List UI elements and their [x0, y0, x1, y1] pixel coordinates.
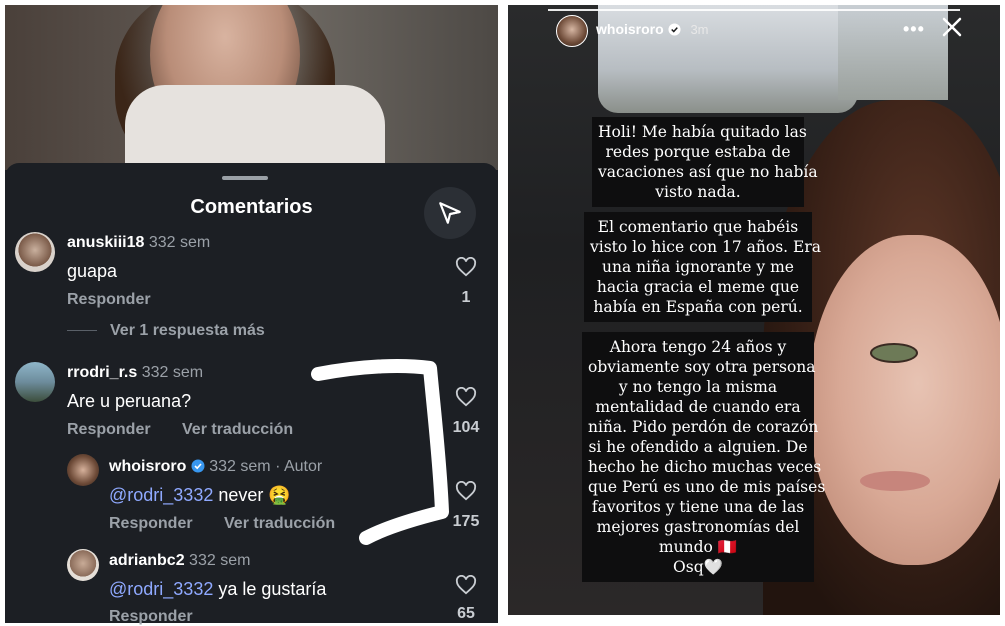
like-count: 65 [457, 605, 475, 622]
comment-time: 332 sem [141, 364, 204, 381]
translate-button[interactable]: Ver traducción [182, 421, 293, 439]
comment-username[interactable]: rrodri_r.s 332 sem [67, 364, 203, 382]
view-more-replies[interactable]: Ver 1 respuesta más [110, 322, 265, 340]
comment-text: guapa [67, 261, 118, 281]
comment-text: Are u peruana? [67, 391, 192, 411]
comment-time: 332 sem [189, 552, 251, 569]
story-username[interactable]: whoisroro 3m [596, 21, 709, 37]
avatar[interactable] [15, 232, 55, 272]
story-screenshot: whoisroro 3m ••• Holi! Me había quitado … [508, 5, 1000, 615]
comment-username[interactable]: whoisroro 332 sem · Autor [109, 458, 322, 476]
story-progress-bar [548, 9, 960, 11]
heart-icon[interactable] [455, 575, 477, 595]
mention-link[interactable]: @rodri_3332 [109, 579, 213, 599]
share-button[interactable] [424, 187, 476, 239]
comment-text: @rodri_3332 ya le gustaría [109, 579, 327, 599]
more-options-button[interactable]: ••• [903, 19, 925, 40]
photo-shirt [125, 85, 385, 175]
reply-button[interactable]: Responder [109, 608, 193, 626]
drawn-bracket-annotation [311, 359, 449, 545]
story-avatar[interactable] [556, 15, 588, 47]
car-window-side [838, 5, 948, 100]
reply-button[interactable]: Responder [109, 515, 193, 533]
avatar[interactable] [67, 549, 99, 581]
mention-link[interactable]: @rodri_3332 [109, 485, 213, 505]
close-icon[interactable] [940, 15, 964, 39]
verified-badge-icon [191, 459, 205, 473]
comment-time: 332 sem [148, 234, 211, 251]
vomit-emoji: 🤮 [268, 485, 291, 505]
comment-username[interactable]: adrianbc2 332 sem [109, 552, 250, 570]
sheet-drag-handle[interactable] [222, 176, 268, 180]
story-time: 3m [690, 22, 709, 37]
avatar[interactable] [67, 454, 99, 486]
comment-username[interactable]: anuskiii18 332 sem [67, 234, 210, 252]
replies-divider [67, 330, 97, 331]
reply-button[interactable]: Responder [67, 291, 151, 309]
story-face [808, 235, 1000, 565]
comment-text: @rodri_3332 never 🤮 [109, 485, 291, 505]
story-eye [870, 343, 918, 363]
heart-icon[interactable] [455, 257, 477, 277]
reply-button[interactable]: Responder [67, 421, 151, 439]
like-count: 1 [461, 289, 471, 306]
avatar[interactable] [15, 362, 55, 402]
story-text-block-2: El comentario que habéis visto lo hice co… [584, 212, 821, 322]
post-photo [5, 5, 498, 185]
verified-badge-icon [668, 23, 681, 36]
story-text-block-1: Holi! Me había quitado las redes porque e… [592, 117, 818, 207]
send-icon [439, 202, 461, 224]
story-text-block-3: Ahora tengo 24 años y obviamente soy otra… [582, 332, 825, 582]
story-lips [860, 471, 930, 491]
